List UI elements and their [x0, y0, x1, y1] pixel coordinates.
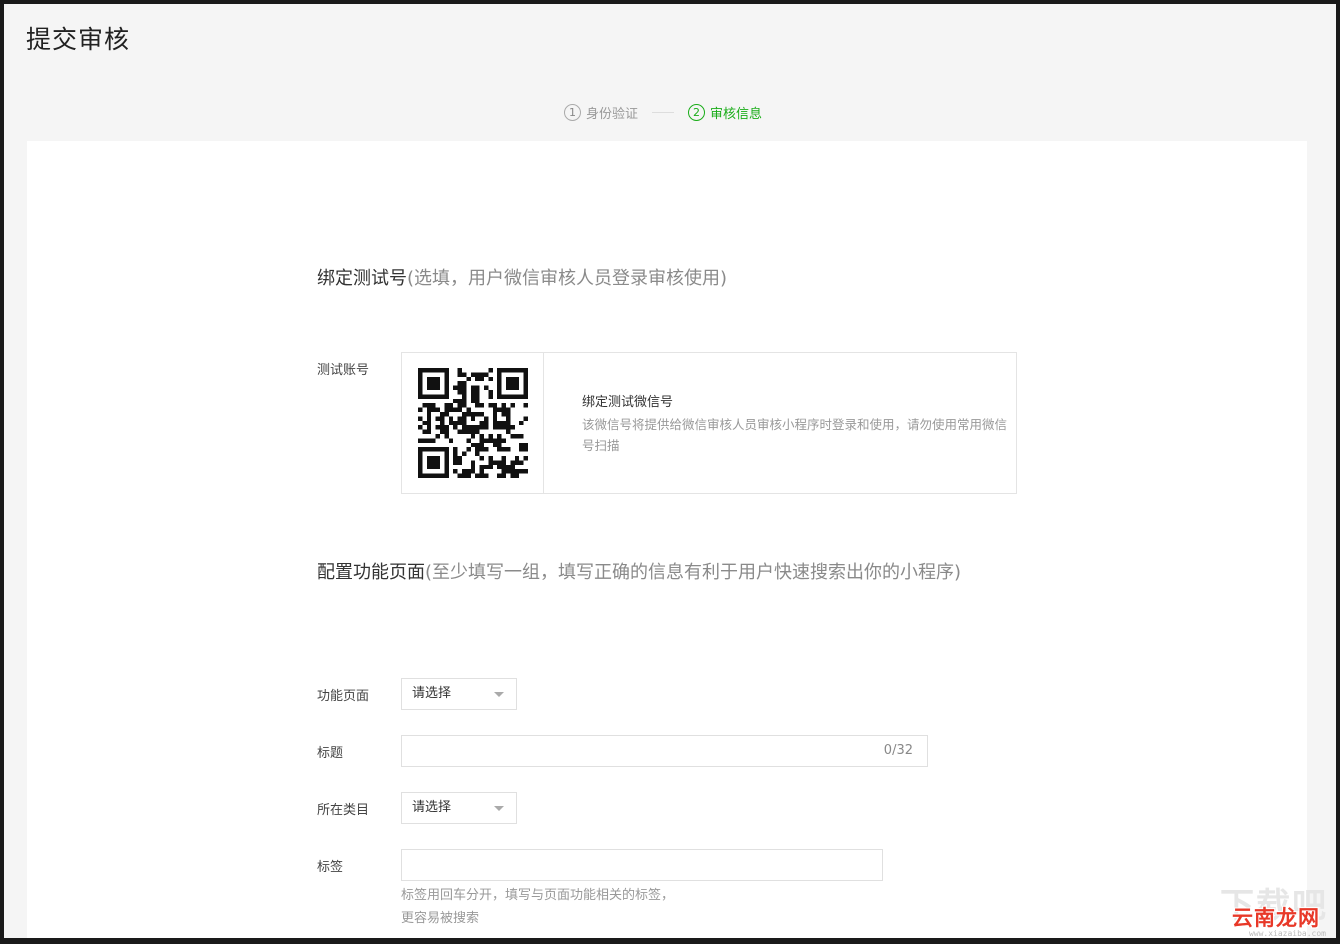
feature-page-label: 功能页面 [317, 689, 370, 704]
step-identity: 1 身份验证 [564, 103, 638, 122]
title-label: 标题 [317, 746, 344, 761]
qr-bind-box: 绑定测试微信号 该微信号将提供给微信审核人员审核小程序时登录和使用，请勿使用常用… [401, 352, 1017, 494]
qr-title: 绑定测试微信号 [582, 395, 674, 410]
qr-desc: 该微信号将提供给微信审核人员审核小程序时登录和使用，请勿使用常用微信号扫描 [582, 417, 1008, 453]
config-section-title: 配置功能页面(至少填写一组，填写正确的信息有利于用户快速搜索出你的小程序) [317, 557, 1017, 589]
test-account-label: 测试账号 [317, 363, 370, 378]
chevron-down-icon [494, 692, 504, 697]
step-number: 1 [564, 103, 581, 121]
step-label: 身份验证 [586, 106, 639, 122]
step-label: 审核信息 [710, 106, 763, 122]
title-char-counter: 0/32 [883, 743, 913, 758]
section-hint: (至少填写一组，填写正确的信息有利于用户快速搜索出你的小程序) [425, 562, 962, 583]
select-value: 请选择 [412, 686, 452, 701]
qr-code-icon[interactable] [417, 368, 528, 478]
category-select[interactable]: 请选择 [401, 792, 517, 824]
app-window: 提交审核 1 身份验证 2 审核信息 绑定测试号(选填，用户微信审核人员登录审核… [4, 4, 1336, 938]
tags-help: 标签用回车分开，填写与页面功能相关的标签， 更容易被搜索 [401, 884, 674, 930]
qr-code-cell[interactable] [402, 353, 544, 493]
step-divider [652, 111, 675, 113]
step-indicator: 1 身份验证 2 审核信息 [564, 103, 762, 122]
section-title-text: 绑定测试号 [317, 268, 407, 289]
tags-help-line: 标签用回车分开，填写与页面功能相关的标签， [401, 888, 675, 903]
section-title-text: 配置功能页面 [317, 562, 425, 583]
bind-section-title: 绑定测试号(选填，用户微信审核人员登录审核使用) [317, 263, 1017, 295]
title-input[interactable]: 0/32 [401, 735, 928, 767]
watermark-logo: 下载吧 云南龙网 www.xiazaiba.com [1204, 878, 1334, 938]
feature-page-select[interactable]: 请选择 [401, 678, 517, 710]
tags-help-line: 更容易被搜索 [401, 911, 480, 926]
tags-input[interactable] [401, 849, 883, 881]
select-value: 请选择 [412, 800, 452, 815]
watermark-brand: 云南龙网 [1232, 906, 1320, 930]
step-review-info: 2 审核信息 [688, 103, 762, 122]
category-label: 所在类目 [317, 803, 370, 818]
step-number: 2 [688, 103, 706, 121]
section-hint: (选填，用户微信审核人员登录审核使用) [407, 268, 728, 289]
form-card: 绑定测试号(选填，用户微信审核人员登录审核使用) 测试账号 绑定测试微信号 该微… [27, 141, 1307, 938]
tags-label: 标签 [317, 860, 344, 875]
watermark-url: www.xiazaiba.com [1248, 929, 1326, 938]
chevron-down-icon [494, 806, 504, 811]
page-title: 提交审核 [26, 25, 131, 54]
qr-description: 绑定测试微信号 该微信号将提供给微信审核人员审核小程序时登录和使用，请勿使用常用… [544, 353, 1014, 493]
